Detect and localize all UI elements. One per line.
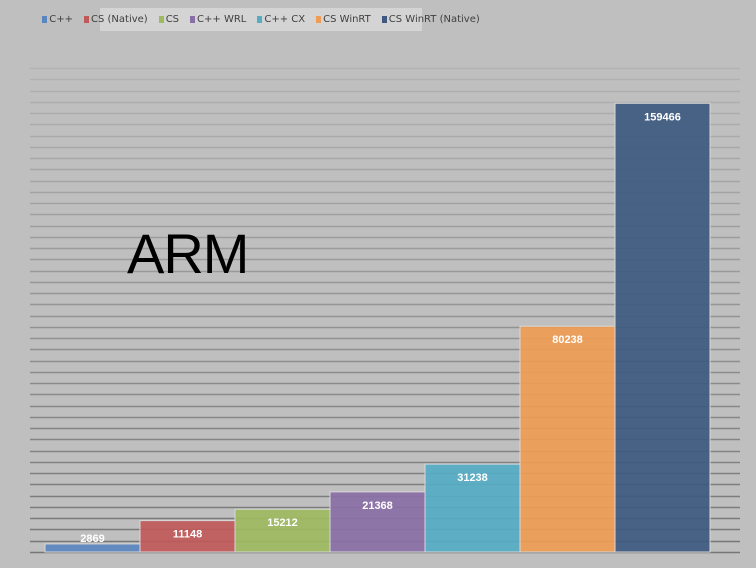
legend-item: C++ CX bbox=[257, 14, 305, 25]
data-label: 2869 bbox=[80, 533, 104, 545]
bar bbox=[519, 325, 616, 553]
legend-swatch bbox=[158, 16, 164, 23]
bar-chart: 2869 11148 15212 21368 31238 80238 159466 bbox=[30, 67, 740, 554]
legend-item: CS (Native) bbox=[84, 14, 148, 25]
legend-swatch bbox=[316, 16, 322, 23]
legend-label: C++ WRL bbox=[197, 14, 247, 25]
legend-item: CS bbox=[158, 14, 180, 25]
legend-label: CS WinRT (Native) bbox=[388, 14, 480, 25]
legend-swatch bbox=[190, 16, 196, 23]
data-label: 21368 bbox=[362, 500, 393, 512]
legend-swatch bbox=[42, 16, 48, 23]
data-label: 80238 bbox=[552, 334, 583, 346]
legend-item: C++ bbox=[42, 14, 73, 25]
legend-label: C++ CX bbox=[264, 14, 306, 25]
data-label: 11148 bbox=[173, 529, 202, 541]
bar bbox=[234, 508, 331, 553]
legend: C++ CS (Native) CS C++ WRL C++ CX CS WinRT CS … bbox=[42, 8, 480, 31]
legend-item: C++ WRL bbox=[190, 14, 246, 25]
data-label: 31238 bbox=[457, 472, 488, 484]
legend-item: CS WinRT bbox=[316, 14, 371, 25]
legend-label: C++ bbox=[49, 14, 73, 25]
bar bbox=[614, 102, 711, 553]
legend-item: CS WinRT (Native) bbox=[381, 14, 480, 25]
legend-label: CS (Native) bbox=[91, 14, 148, 25]
legend-swatch bbox=[257, 16, 263, 23]
legend-swatch bbox=[84, 16, 89, 23]
data-label: 15212 bbox=[267, 517, 298, 529]
legend-swatch bbox=[381, 16, 387, 23]
legend-label: CS bbox=[165, 14, 180, 25]
data-label: 159466 bbox=[644, 111, 681, 123]
bar bbox=[44, 543, 141, 553]
chart-annotation: ARM bbox=[127, 222, 249, 285]
legend-label: CS WinRT bbox=[323, 14, 371, 25]
